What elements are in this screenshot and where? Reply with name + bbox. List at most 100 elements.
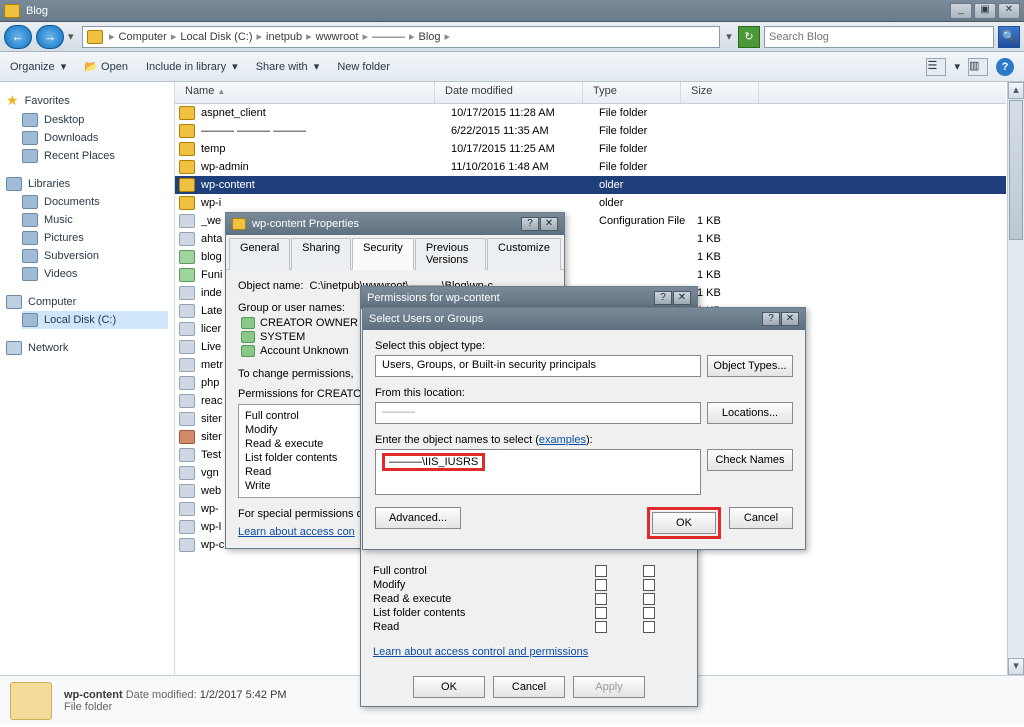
scroll-down[interactable]: ▾ <box>1008 658 1024 675</box>
help-button[interactable]: ? <box>762 312 780 326</box>
sidebar-favorites[interactable]: ★Favorites <box>6 90 168 111</box>
check-names-button[interactable]: Check Names <box>707 449 793 471</box>
table-row[interactable]: aspnet_client10/17/2015 11:28 AMFile fol… <box>175 104 1006 122</box>
allow-checkbox[interactable] <box>595 593 607 605</box>
scroll-up[interactable]: ▴ <box>1008 82 1024 99</box>
locations-button[interactable]: Locations... <box>707 402 793 424</box>
crumb[interactable]: Computer <box>117 31 169 43</box>
allow-checkbox[interactable] <box>595 565 607 577</box>
share-menu[interactable]: Share with ▾ <box>256 60 320 73</box>
search-input[interactable] <box>764 26 994 48</box>
tab-general[interactable]: General <box>229 238 290 270</box>
item-icon <box>22 195 38 209</box>
learn-permissions-link[interactable]: Learn about access control and permissio… <box>373 646 685 658</box>
sidebar-item[interactable]: Videos <box>22 265 168 283</box>
deny-checkbox[interactable] <box>643 621 655 633</box>
tab-security[interactable]: Security <box>352 238 414 270</box>
apply-button[interactable]: Apply <box>573 676 645 698</box>
minimize-button[interactable]: _ <box>950 3 972 19</box>
item-icon <box>22 149 38 163</box>
tab-customize[interactable]: Customize <box>487 238 561 270</box>
organize-menu[interactable]: Organize ▾ <box>10 60 66 73</box>
deny-checkbox[interactable] <box>643 565 655 577</box>
forward-button[interactable]: → <box>36 25 64 49</box>
col-date[interactable]: Date modified <box>435 82 583 103</box>
close-button[interactable]: ✕ <box>781 312 799 326</box>
object-types-button[interactable]: Object Types... <box>707 355 793 377</box>
table-row[interactable]: ——— ——— ———6/22/2015 11:35 AMFile folder <box>175 122 1006 140</box>
tab-sharing[interactable]: Sharing <box>291 238 351 270</box>
table-row[interactable]: temp10/17/2015 11:25 AMFile folder <box>175 140 1006 158</box>
select-users-title[interactable]: Select Users or Groups ? ✕ <box>363 308 805 330</box>
col-name[interactable]: Name ▲ <box>175 82 435 103</box>
ok-button[interactable]: OK <box>413 676 485 698</box>
select-users-dialog: Select Users or Groups ? ✕ Select this o… <box>362 307 806 550</box>
tab-previous-versions[interactable]: Previous Versions <box>415 238 486 270</box>
scrollbar[interactable]: ▴ ▾ <box>1007 82 1024 675</box>
col-size[interactable]: Size <box>681 82 759 103</box>
back-button[interactable]: ← <box>4 25 32 49</box>
allow-checkbox[interactable] <box>595 579 607 591</box>
allow-checkbox[interactable] <box>595 607 607 619</box>
object-names-label: Enter the object names to select <box>375 434 532 446</box>
close-button[interactable]: ✕ <box>673 291 691 305</box>
deny-checkbox[interactable] <box>643 579 655 591</box>
refresh-button[interactable]: ↻ <box>738 26 760 48</box>
open-button[interactable]: 📂 Open <box>84 60 128 73</box>
table-row[interactable]: wp-contentolder <box>175 176 1006 194</box>
deny-checkbox[interactable] <box>643 607 655 619</box>
item-icon <box>22 131 38 145</box>
preview-pane-button[interactable]: ▥ <box>968 58 988 76</box>
address-dropdown[interactable]: ▾ <box>724 30 734 43</box>
sidebar-item[interactable]: Local Disk (C:) <box>22 311 168 329</box>
view-mode-button[interactable]: ☰ <box>926 58 946 76</box>
crumb[interactable]: inetpub <box>264 31 304 43</box>
allow-checkbox[interactable] <box>595 621 607 633</box>
sidebar-computer[interactable]: Computer <box>6 293 168 311</box>
sidebar-item[interactable]: Desktop <box>22 111 168 129</box>
crumb[interactable]: Local Disk (C:) <box>178 31 254 43</box>
help-button[interactable]: ? <box>521 217 539 231</box>
file-icon <box>179 340 195 354</box>
ok-button[interactable]: OK <box>652 512 716 534</box>
sidebar-item[interactable]: Pictures <box>22 229 168 247</box>
advanced-button[interactable]: Advanced... <box>375 507 461 529</box>
object-type-field: Users, Groups, or Built-in security prin… <box>375 355 701 377</box>
table-row[interactable]: wp-admin11/10/2016 1:48 AMFile folder <box>175 158 1006 176</box>
examples-link[interactable]: examples <box>539 434 586 446</box>
new-folder-button[interactable]: New folder <box>337 61 390 73</box>
sidebar-item[interactable]: Documents <box>22 193 168 211</box>
selected-item-icon <box>10 682 52 720</box>
scroll-thumb[interactable] <box>1009 100 1023 240</box>
search-field[interactable] <box>769 31 989 43</box>
cancel-button[interactable]: Cancel <box>729 507 793 529</box>
deny-checkbox[interactable] <box>643 593 655 605</box>
file-icon <box>179 214 195 228</box>
breadcrumb[interactable]: ▸Computer▸Local Disk (C:)▸inetpub▸wwwroo… <box>82 26 720 48</box>
crumb[interactable]: ——— <box>370 31 407 43</box>
sidebar-item[interactable]: Subversion <box>22 247 168 265</box>
object-type-label: Select this object type: <box>375 340 793 352</box>
help-button[interactable]: ? <box>654 291 672 305</box>
sidebar-item[interactable]: Music <box>22 211 168 229</box>
include-library-menu[interactable]: Include in library ▾ <box>146 60 238 73</box>
properties-title[interactable]: wp-content Properties ? ✕ <box>226 213 564 235</box>
close-button[interactable]: ✕ <box>540 217 558 231</box>
sidebar-libraries[interactable]: Libraries <box>6 175 168 193</box>
crumb[interactable]: wwwroot <box>314 31 361 43</box>
sidebar-network[interactable]: Network <box>6 339 168 357</box>
table-row[interactable]: wp-iolder <box>175 194 1006 212</box>
sidebar-item[interactable]: Recent Places <box>22 147 168 165</box>
col-type[interactable]: Type <box>583 82 681 103</box>
restore-button[interactable]: ▣ <box>974 3 996 19</box>
cancel-button[interactable]: Cancel <box>493 676 565 698</box>
object-names-input[interactable]: ———\IIS_IUSRS <box>375 449 701 495</box>
search-button[interactable]: 🔍 <box>998 26 1020 48</box>
sidebar-item[interactable]: Downloads <box>22 129 168 147</box>
crumb[interactable]: Blog <box>417 31 443 43</box>
close-button[interactable]: ✕ <box>998 3 1020 19</box>
permissions-title[interactable]: Permissions for wp-content ? ✕ <box>361 287 697 309</box>
help-button[interactable]: ? <box>996 58 1014 76</box>
history-dropdown[interactable]: ▾ <box>68 30 78 43</box>
view-dropdown[interactable]: ▾ <box>954 60 960 73</box>
